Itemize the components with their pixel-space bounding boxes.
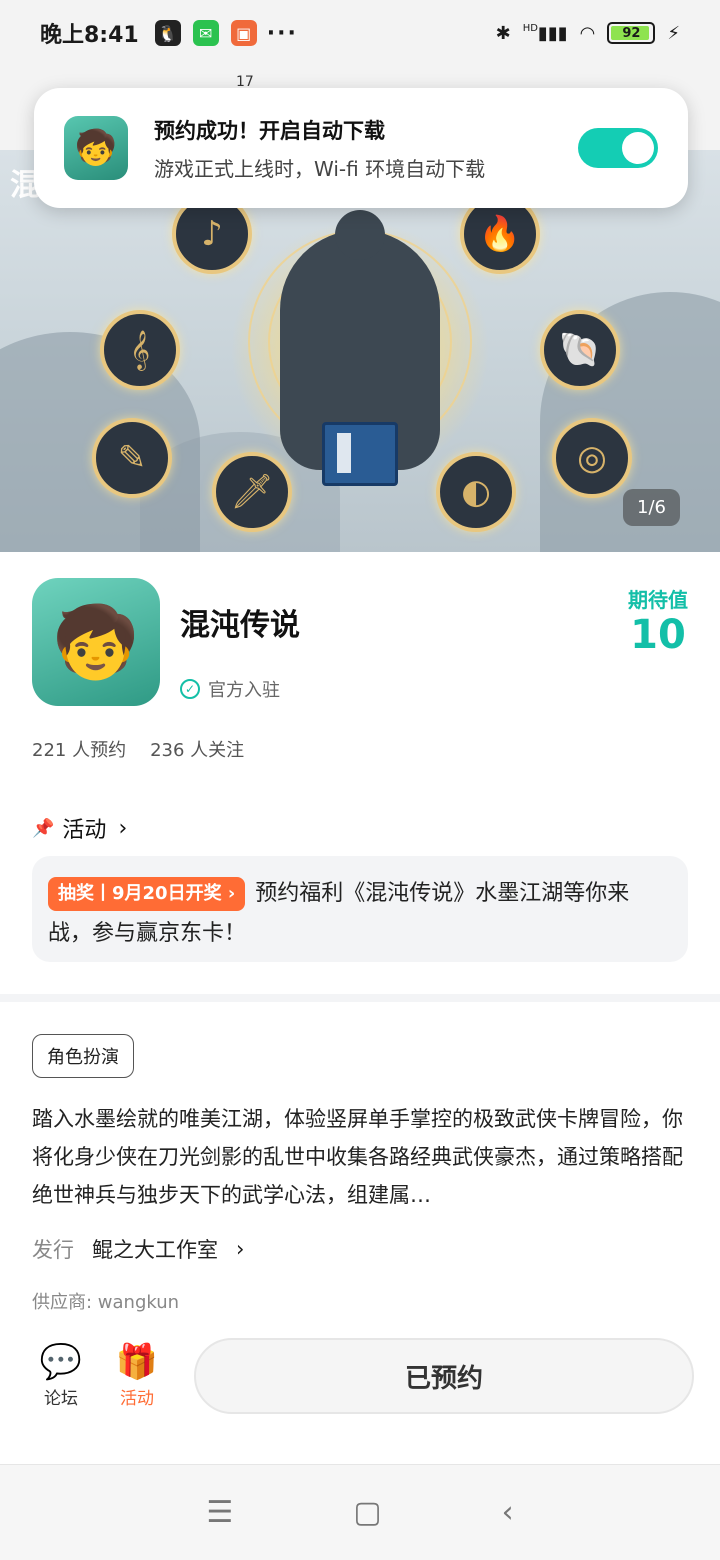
status-time: 晚上8:41	[40, 23, 139, 48]
reservation-count: 221 人预约	[32, 740, 127, 761]
notification-subtitle: 游戏正式上线时，Wi-fi 环境自动下载	[154, 156, 486, 181]
gift-icon: 🎁	[115, 1342, 159, 1382]
game-banner[interactable]: 混 𝄞 ✎ 🗡 ♪ ◐ 🐚 ◎ 🔥 1/6	[0, 150, 720, 552]
chevron-right-icon: ›	[236, 1237, 245, 1261]
activity-heading: 活动	[62, 818, 107, 843]
check-circle-icon: ✓	[180, 679, 200, 699]
charging-icon: ⚡	[667, 22, 680, 44]
game-icon: 🧒	[32, 578, 160, 706]
home-icon[interactable]: ▢	[353, 1495, 381, 1530]
chat-bubble-icon: 💬	[39, 1342, 83, 1382]
game-stats: 221 人预约 236 人关注	[32, 736, 244, 762]
expectation-label: 期待值	[628, 588, 688, 612]
section-divider	[0, 994, 720, 1002]
expectation-score: 期待值 10	[628, 584, 688, 657]
reserved-button[interactable]: 已预约	[194, 1338, 694, 1414]
activity-header[interactable]: 📌 活动 ›	[32, 812, 127, 844]
forum-button[interactable]: 💬 论坛	[26, 1340, 96, 1409]
verified-label: 官方入驻	[208, 680, 280, 701]
shell-icon: 🐚	[540, 310, 620, 390]
expectation-value: 10	[630, 612, 686, 658]
banner-pager: 1/6	[623, 489, 680, 526]
app-icon: ▣	[230, 20, 257, 46]
forum-label: 论坛	[44, 1389, 78, 1409]
more-notifications-icon: ···	[266, 20, 298, 46]
wifi-icon: ◠	[579, 22, 596, 44]
verified-badge: ✓ 官方入驻	[180, 676, 280, 702]
event-button[interactable]: 🎁 活动	[102, 1340, 172, 1409]
system-nav-bar: ☰ ▢ ‹	[0, 1464, 720, 1560]
game-avatar-icon: 🧒	[64, 116, 128, 180]
genre-tag[interactable]: 角色扮演	[32, 1034, 134, 1078]
status-right: ✱ HD▮▮▮ ◠ 92 ⚡	[496, 22, 680, 44]
zither-icon: 𝄞	[100, 310, 180, 390]
status-bar: 晚上8:41 🐧 ✉ ▣ ··· ✱ HD▮▮▮ ◠ 92 ⚡	[0, 0, 720, 66]
publisher-label: 发行	[32, 1238, 74, 1262]
notification-text: 预约成功！开启自动下载 游戏正式上线时，Wi-fi 环境自动下载	[154, 115, 578, 182]
book-icon	[322, 422, 398, 486]
status-app-icons: 🐧 ✉ ▣	[154, 20, 257, 46]
game-description[interactable]: 踏入水墨绘就的唯美江湖，体验竖屏单手掌控的极致武侠卡牌冒险，你将化身少侠在刀光剑…	[32, 1100, 688, 1214]
battery-level: 92	[622, 25, 641, 41]
back-icon[interactable]: ‹	[502, 1495, 514, 1530]
supplier-info: 供应商: wangkun	[32, 1292, 180, 1313]
battery-icon: 92	[607, 22, 656, 44]
network-type: HD	[522, 22, 538, 34]
event-label: 活动	[120, 1389, 154, 1409]
qq-icon: 🐧	[154, 20, 181, 46]
chevron-right-icon: ›	[118, 815, 128, 841]
menu-icon[interactable]: ☰	[206, 1495, 233, 1530]
pin-icon: 📌	[32, 817, 55, 839]
notification-title: 预约成功！开启自动下载	[154, 118, 385, 143]
game-name: 混沌传说	[180, 608, 300, 643]
bracelet-icon: ◎	[552, 418, 632, 498]
brush-icon: ✎	[92, 418, 172, 498]
reservation-notification: 🧒 预约成功！开启自动下载 游戏正式上线时，Wi-fi 环境自动下载	[34, 88, 688, 208]
publisher-name[interactable]: 鲲之大工作室	[92, 1234, 218, 1264]
publisher-row[interactable]: 发行 鲲之大工作室 ›	[32, 1234, 244, 1264]
bluetooth-icon: ✱	[495, 22, 511, 44]
signal-icon: HD▮▮▮	[522, 22, 568, 44]
sword-icon: 🗡	[212, 452, 292, 532]
wechat-icon: ✉	[192, 20, 219, 46]
auto-download-toggle[interactable]	[578, 128, 658, 168]
lottery-tag[interactable]: 抽奖丨9月20日开奖 ›	[48, 877, 246, 911]
fan-icon: ◐	[436, 452, 516, 532]
activity-card[interactable]: 抽奖丨9月20日开奖 › 预约福利《混沌传说》水墨江湖等你来战，参与赢京东卡！	[32, 856, 688, 962]
follow-count: 236 人关注	[150, 740, 245, 761]
